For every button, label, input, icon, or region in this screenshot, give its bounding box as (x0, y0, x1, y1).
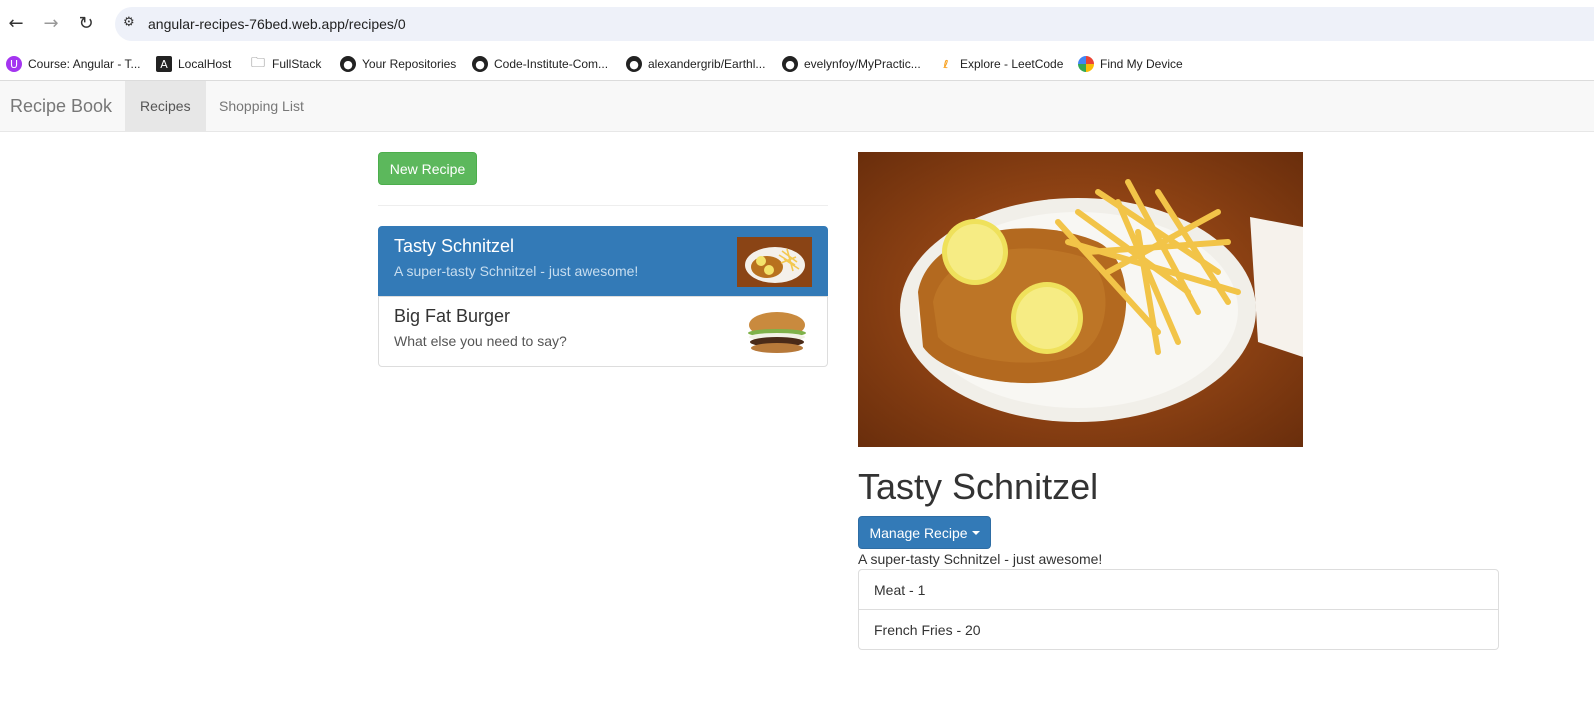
recipe-image (858, 152, 1303, 447)
bookmark-fullstack[interactable]: 🗀 FullStack (250, 53, 321, 75)
caret-down-icon (971, 530, 980, 535)
ingredient-item[interactable]: Meat - 1 (858, 569, 1499, 610)
udemy-icon: U (6, 56, 22, 72)
divider (378, 205, 828, 206)
bookmark-alexandergrib[interactable]: ● alexandergrib/Earthl... (626, 53, 765, 75)
bookmarks-bar: U Course: Angular - T... A LocalHost 🗀 F… (0, 47, 1594, 81)
leetcode-icon: ℓ (943, 57, 949, 71)
folder-icon: 🗀 (251, 55, 265, 71)
site-settings-icon[interactable]: ⚙ (123, 15, 141, 33)
back-arrow-icon[interactable]: ← (5, 12, 27, 34)
find-device-icon (1078, 56, 1094, 72)
new-recipe-button[interactable]: New Recipe (378, 152, 477, 185)
recipe-detail-title: Tasty Schnitzel (858, 466, 1099, 507)
github-icon: ● (340, 56, 356, 72)
browser-toolbar: ← → ↻ ⚙ angular-recipes-76bed.web.app/re… (0, 0, 1594, 47)
brand-link[interactable]: Recipe Book (10, 96, 112, 117)
recipe-list-item[interactable]: Big Fat Burger What else you need to say… (378, 296, 828, 367)
bookmark-evelynfoy[interactable]: ● evelynfoy/MyPractic... (782, 53, 921, 75)
burger-thumbnail (737, 307, 812, 357)
angular-icon: A (156, 56, 172, 72)
bookmark-label: evelynfoy/MyPractic... (804, 57, 921, 71)
bookmark-label: Explore - LeetCode (960, 57, 1064, 71)
bookmark-label: Course: Angular - T... (28, 57, 141, 71)
bookmark-label: Find My Device (1100, 57, 1183, 71)
github-icon: ● (472, 56, 488, 72)
bookmark-label: LocalHost (178, 57, 232, 71)
bookmark-label: alexandergrib/Earthl... (648, 57, 766, 71)
manage-recipe-label: Manage Recipe (869, 524, 968, 541)
nav-item-shopping-list[interactable]: Shopping List (204, 81, 319, 131)
url-text[interactable]: angular-recipes-76bed.web.app/recipes/0 (148, 16, 406, 32)
github-icon: ● (626, 56, 642, 72)
bookmark-label: Code-Institute-Com... (494, 57, 609, 71)
github-icon: ● (782, 56, 798, 72)
recipe-item-description: A super-tasty Schnitzel - just awesome! (394, 263, 639, 279)
bookmark-localhost[interactable]: A LocalHost (156, 53, 231, 75)
nav-item-recipes[interactable]: Recipes (125, 81, 206, 131)
address-bar[interactable]: ⚙ angular-recipes-76bed.web.app/recipes/… (115, 7, 1594, 41)
schnitzel-thumbnail (737, 237, 812, 287)
bookmark-label: FullStack (272, 57, 322, 71)
app-navbar: Recipe Book Recipes Shopping List (0, 81, 1594, 132)
recipe-list-item[interactable]: Tasty Schnitzel A super-tasty Schnitzel … (378, 226, 828, 297)
bookmark-your-repositories[interactable]: ● Your Repositories (340, 53, 456, 75)
ingredient-item[interactable]: French Fries - 20 (858, 609, 1499, 650)
bookmark-code-institute[interactable]: ● Code-Institute-Com... (472, 53, 608, 75)
forward-arrow-icon[interactable]: → (40, 12, 62, 34)
bookmark-leetcode[interactable]: ℓ Explore - LeetCode (938, 53, 1063, 75)
recipe-item-description: What else you need to say? (394, 333, 567, 349)
recipe-item-name: Big Fat Burger (394, 306, 511, 326)
bookmark-find-my-device[interactable]: Find My Device (1078, 53, 1183, 75)
recipe-item-name: Tasty Schnitzel (394, 236, 515, 256)
bookmark-udemy[interactable]: U Course: Angular - T... (6, 53, 141, 75)
recipe-detail-description: A super-tasty Schnitzel - just awesome! (858, 551, 1103, 567)
reload-icon[interactable]: ↻ (75, 12, 97, 34)
manage-recipe-dropdown[interactable]: Manage Recipe (858, 516, 991, 549)
bookmark-label: Your Repositories (362, 57, 457, 71)
